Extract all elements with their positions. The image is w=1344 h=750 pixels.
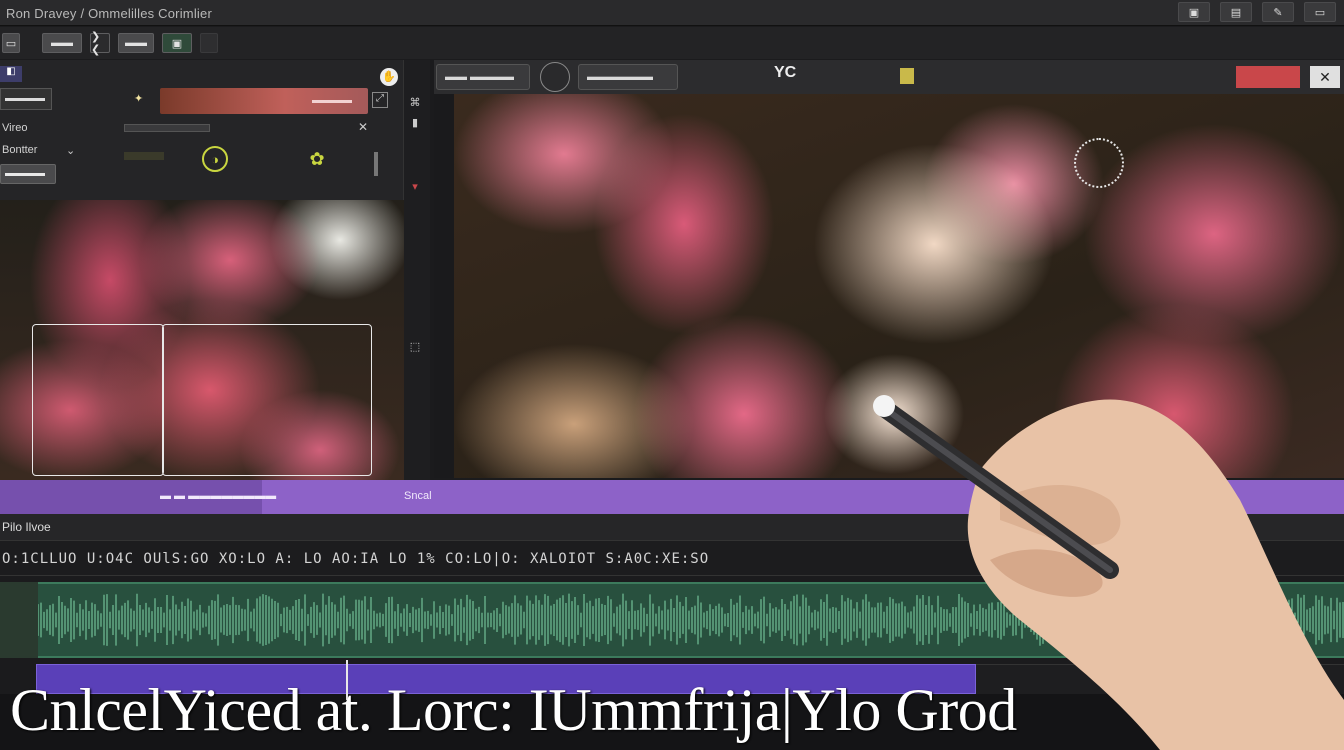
media-panel-header: ◧ ✋ ▬▬▬▬ ✦ ▬▬▬▬ ⤢ Vireo ✕ Bontter ⌄ ◑ ✿ …: [0, 60, 404, 200]
strip-icon-1[interactable]: ⌘: [408, 96, 422, 110]
panel-field[interactable]: ▬▬▬▬: [0, 88, 52, 110]
dial-icon[interactable]: ◑: [202, 146, 228, 172]
toolbar-button-2[interactable]: ▬▬: [42, 33, 82, 53]
title-bar: Ron Dravey / Ommelilles Corimlier ▣ ▤ ✎ …: [0, 0, 1344, 26]
video-preview[interactable]: [454, 94, 1344, 478]
ruler-timecodes: O:1CLLUO U:O4C OUlS:GO XO:LO A: LO AO:IA…: [2, 551, 710, 567]
window-control-1[interactable]: ▣: [1178, 2, 1210, 22]
app-title: Ron Dravey / Ommelilles Corimlier: [6, 6, 212, 21]
row-label-bontter: Bontter: [2, 144, 38, 156]
toolbar-button-4[interactable]: ▬▬: [118, 33, 154, 53]
timeline-title: Pilo Ilvoe: [2, 520, 51, 534]
record-button[interactable]: [540, 62, 570, 92]
cross-icon[interactable]: ✕: [358, 120, 368, 134]
overlay-caption: CnlcelYiced at. Lorc: IUmmfrija|Ylo Grod: [10, 677, 1017, 743]
strip-icon-3[interactable]: ▾: [408, 180, 422, 194]
range-mid-label: Sncal: [404, 490, 432, 502]
panel-tab-icon[interactable]: ◧: [0, 66, 22, 82]
color-gradient-bar[interactable]: ▬▬▬▬: [160, 88, 368, 114]
range-left-label: ▬ ▬ ▬▬▬▬▬▬▬▬: [160, 490, 277, 502]
window-controls: ▣ ▤ ✎ ▭: [1178, 2, 1336, 22]
window-control-2[interactable]: ▤: [1220, 2, 1252, 22]
toolbar-spacer: [200, 33, 218, 53]
selection-box-right[interactable]: [162, 324, 372, 476]
preview-center-icon[interactable]: YC: [774, 64, 796, 82]
video-track-empty: [976, 664, 1344, 694]
panel-action-button[interactable]: ▬▬▬▬: [0, 164, 56, 184]
main-toolbar: ▭ ▬▬ ❯❮ ▬▬ ▣: [0, 27, 1344, 59]
window-control-4[interactable]: ▭: [1304, 2, 1336, 22]
toolbar-button-3[interactable]: ❯❮: [90, 31, 110, 56]
selection-box-left[interactable]: [32, 324, 164, 476]
panel-scrollbar[interactable]: [374, 152, 378, 176]
close-icon[interactable]: ✕: [1310, 66, 1340, 88]
chevron-down-icon[interactable]: ⌄: [66, 144, 75, 157]
level-meter: [124, 152, 164, 160]
bookmark-flag-icon[interactable]: [900, 68, 914, 84]
hand-tool-icon[interactable]: ✋: [380, 68, 398, 86]
range-selection-bar[interactable]: ▬ ▬ ▬▬▬▬▬▬▬▬ Sncal: [0, 480, 1344, 514]
media-panel: ◧ ✋ ▬▬▬▬ ✦ ▬▬▬▬ ⤢ Vireo ✕ Bontter ⌄ ◑ ✿ …: [0, 60, 430, 480]
row-label-vireo: Vireo: [2, 122, 28, 134]
strip-icon-4[interactable]: ⬚: [408, 340, 422, 354]
audio-track[interactable]: [38, 582, 1344, 658]
preview-segment-1[interactable]: ▬▬ ▬▬▬▬: [436, 64, 530, 90]
timeline-header: Pilo Ilvoe: [0, 514, 1344, 540]
toolbar-button-1[interactable]: ▭: [2, 33, 20, 53]
timeline-ruler[interactable]: O:1CLLUO U:O4C OUlS:GO XO:LO A: LO AO:IA…: [0, 540, 1344, 576]
focus-ring-icon[interactable]: [1074, 138, 1124, 188]
bookmark-icon[interactable]: ✦: [134, 92, 150, 106]
preview-segment-2[interactable]: ▬▬▬▬▬▬: [578, 64, 678, 90]
strip-icon-2[interactable]: ▮: [408, 116, 422, 130]
toolbar-button-5[interactable]: ▣: [162, 33, 192, 53]
media-thumbnail[interactable]: [0, 200, 404, 480]
preview-left-gutter: [434, 94, 454, 478]
audio-track-gutter: [0, 582, 38, 658]
panel-divider-strip: ⌘ ▮ ▾ ⬚: [404, 60, 430, 480]
flower-icon[interactable]: ✿: [304, 146, 330, 172]
preview-header: ▬▬ ▬▬▬▬ ▬▬▬▬▬▬ YC ✕: [434, 60, 1344, 94]
expand-icon[interactable]: ⤢: [372, 92, 388, 108]
panel-slider[interactable]: [124, 124, 210, 132]
audio-waveform: [38, 593, 1344, 647]
alert-indicator[interactable]: [1236, 66, 1300, 88]
window-control-3[interactable]: ✎: [1262, 2, 1294, 22]
